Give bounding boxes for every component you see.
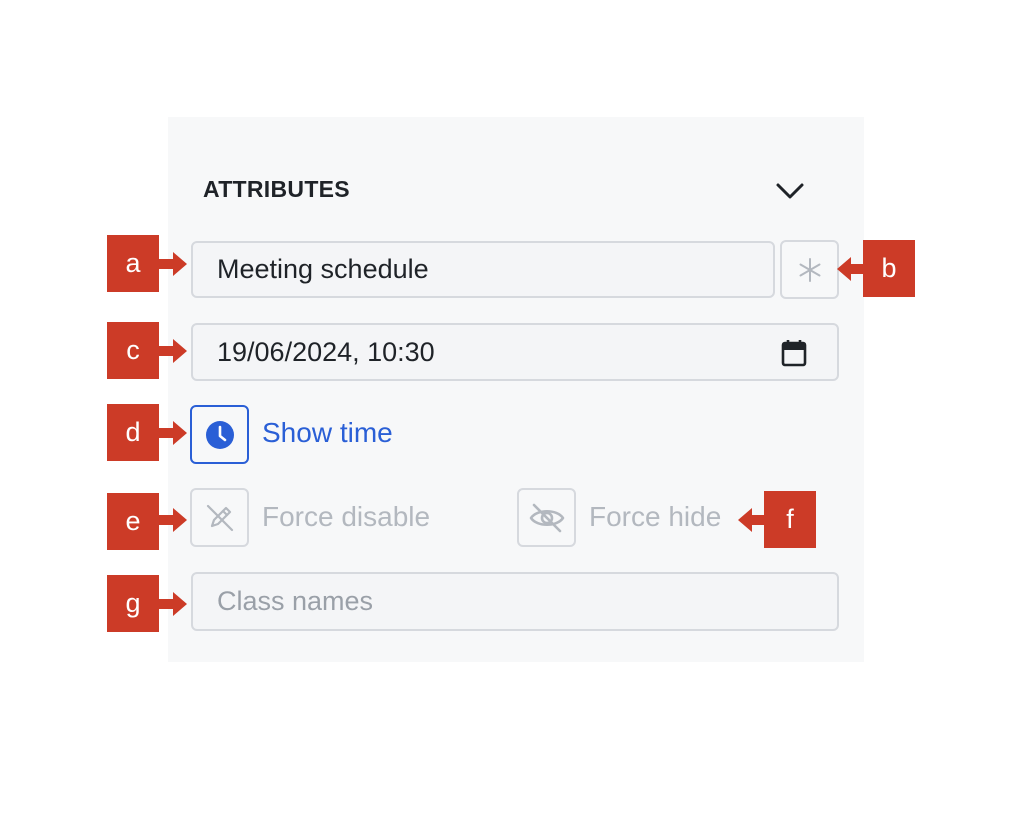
class-names-input[interactable]: [217, 586, 837, 617]
force-disable-label[interactable]: Force disable: [262, 501, 430, 533]
force-hide-label[interactable]: Force hide: [589, 501, 721, 533]
force-hide-button[interactable]: [517, 488, 576, 547]
datetime-field[interactable]: [191, 323, 839, 381]
callout-f: f: [764, 491, 816, 548]
callout-b: b: [863, 240, 915, 297]
chevron-down-icon: [776, 183, 804, 199]
name-input[interactable]: [217, 254, 773, 285]
callout-b-arrow: [837, 257, 865, 281]
asterisk-icon: [799, 257, 820, 282]
show-time-button[interactable]: [190, 405, 249, 464]
required-button[interactable]: [780, 240, 839, 299]
datetime-input[interactable]: [217, 336, 837, 368]
callout-a: a: [107, 235, 159, 292]
callout-d-arrow: [159, 421, 187, 445]
calendar-button[interactable]: [781, 339, 807, 367]
clock-icon: [205, 420, 234, 449]
class-names-field[interactable]: [191, 572, 839, 631]
eye-off-icon: [529, 503, 564, 532]
callout-d: d: [107, 404, 159, 461]
pencil-off-icon: [206, 504, 233, 531]
callout-g: g: [107, 575, 159, 632]
callout-e-arrow: [159, 508, 187, 532]
callout-c: c: [107, 322, 159, 379]
calendar-icon: [781, 340, 807, 367]
callout-f-arrow: [738, 508, 766, 532]
callout-c-arrow: [159, 339, 187, 363]
collapse-button[interactable]: [770, 176, 810, 206]
show-time-label[interactable]: Show time: [262, 417, 393, 449]
section-title: ATTRIBUTES: [203, 176, 350, 202]
callout-a-arrow: [159, 252, 187, 276]
force-disable-button[interactable]: [190, 488, 249, 547]
name-field[interactable]: [191, 241, 775, 298]
callout-g-arrow: [159, 592, 187, 616]
callout-e: e: [107, 493, 159, 550]
